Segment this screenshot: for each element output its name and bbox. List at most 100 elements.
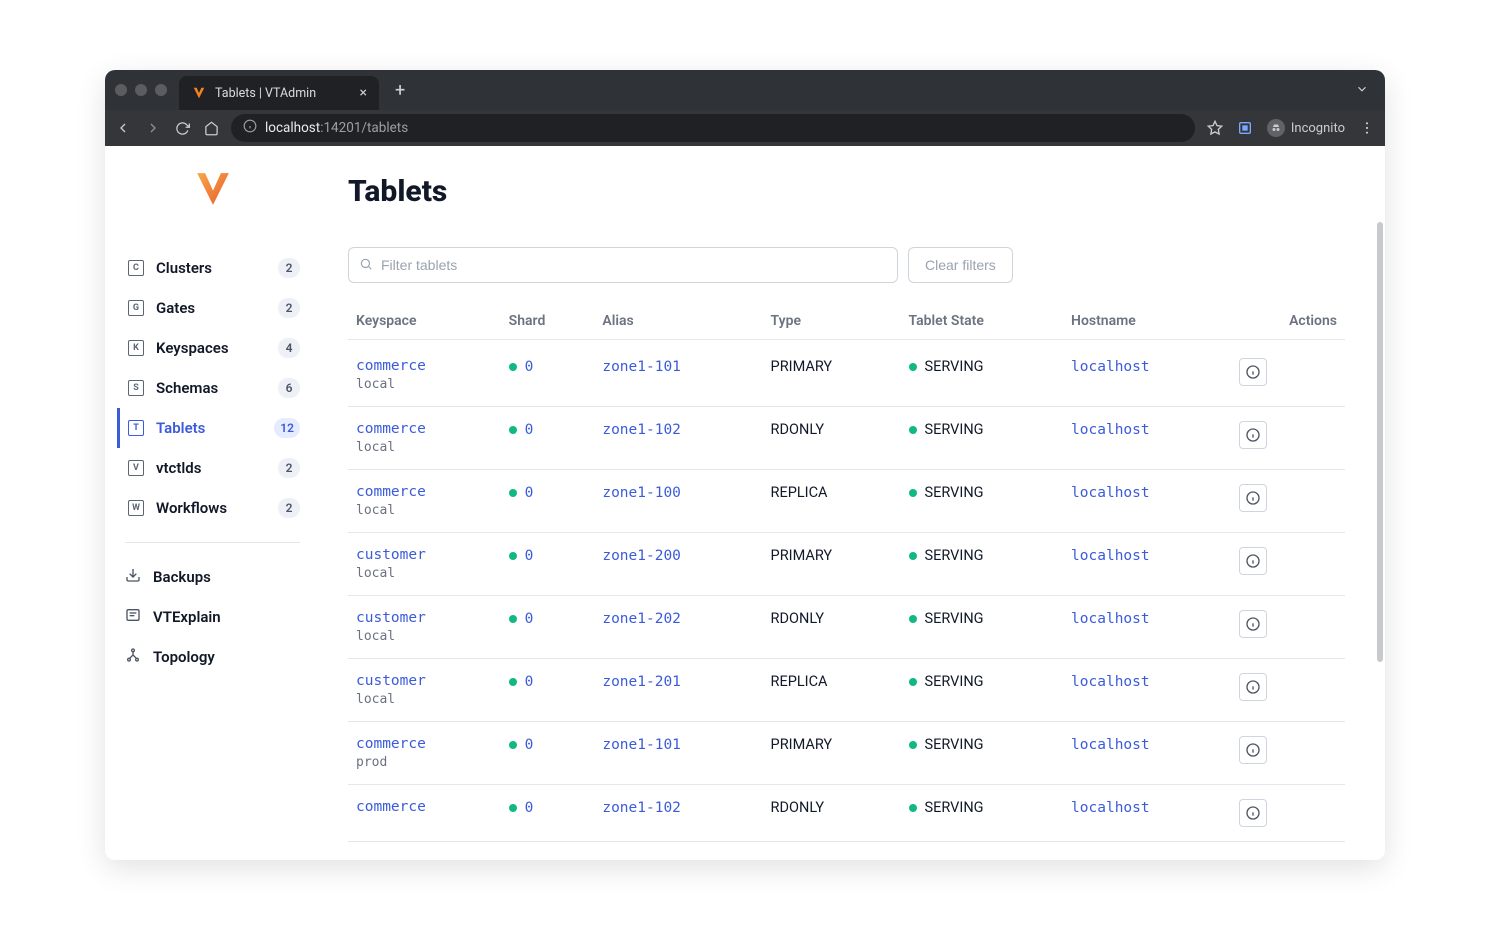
type-value: RDONLY — [771, 421, 825, 438]
keyspace-link[interactable]: commerce — [356, 736, 493, 752]
alias-link[interactable]: zone1-202 — [602, 611, 681, 627]
status-dot-icon — [509, 363, 517, 371]
cluster-name: local — [356, 692, 493, 707]
alias-link[interactable]: zone1-101 — [602, 359, 681, 375]
sidebar-tool-backups[interactable]: Backups — [117, 557, 308, 597]
browser-menu-icon[interactable] — [1359, 120, 1375, 136]
hostname-link[interactable]: localhost — [1071, 611, 1150, 627]
sidebar-item-schemas[interactable]: SSchemas6 — [117, 368, 308, 408]
hostname-link[interactable]: localhost — [1071, 422, 1150, 438]
omnibox[interactable]: localhost:14201/tablets — [231, 114, 1195, 142]
hostname-link[interactable]: localhost — [1071, 800, 1150, 816]
traffic-min[interactable] — [135, 84, 147, 96]
nav-label: Keyspaces — [156, 339, 266, 357]
type-value: REPLICA — [771, 484, 828, 501]
forward-button[interactable] — [145, 120, 161, 136]
col-shard[interactable]: Shard — [501, 303, 595, 340]
shard-link[interactable]: 0 — [525, 485, 534, 501]
hostname-link[interactable]: localhost — [1071, 359, 1150, 375]
shard-link[interactable]: 0 — [525, 548, 534, 564]
sidebar-item-vtctlds[interactable]: Vvtctlds2 — [117, 448, 308, 488]
filter-box[interactable] — [348, 247, 898, 283]
filter-input[interactable] — [381, 257, 887, 273]
hostname-link[interactable]: localhost — [1071, 548, 1150, 564]
row-info-button[interactable] — [1239, 547, 1267, 575]
browser-tab[interactable]: Tablets | VTAdmin × — [179, 76, 379, 110]
col-type[interactable]: Type — [763, 303, 901, 340]
sidebar-tool-topology[interactable]: Topology — [117, 637, 308, 677]
main: Tablets Clear filters Keyspace Shard Ali… — [320, 146, 1385, 860]
hostname-link[interactable]: localhost — [1071, 737, 1150, 753]
reload-button[interactable] — [175, 121, 190, 136]
tool-icon — [125, 567, 141, 587]
sidebar-item-gates[interactable]: GGates2 — [117, 288, 308, 328]
shard-link[interactable]: 0 — [525, 737, 534, 753]
status-dot-icon — [509, 804, 517, 812]
col-keyspace[interactable]: Keyspace — [348, 303, 501, 340]
row-info-button[interactable] — [1239, 484, 1267, 512]
state-value: SERVING — [925, 610, 984, 627]
type-value: REPLICA — [771, 673, 828, 690]
site-info-icon[interactable] — [243, 119, 257, 137]
keyspace-link[interactable]: commerce — [356, 358, 493, 374]
cluster-name: local — [356, 377, 493, 392]
table-row: commercelocal0zone1-101PRIMARYSERVINGloc… — [348, 340, 1345, 407]
tabstrip-menu-icon[interactable] — [1355, 82, 1375, 99]
alias-link[interactable]: zone1-102 — [602, 800, 681, 816]
sidebar-item-clusters[interactable]: CClusters2 — [117, 248, 308, 288]
keyspace-link[interactable]: commerce — [356, 421, 493, 437]
nav-letter-icon: G — [128, 300, 144, 316]
hostname-link[interactable]: localhost — [1071, 485, 1150, 501]
extensions-icon[interactable] — [1237, 120, 1253, 136]
new-tab-button[interactable]: + — [387, 80, 413, 101]
alias-link[interactable]: zone1-102 — [602, 422, 681, 438]
keyspace-link[interactable]: commerce — [356, 799, 493, 815]
shard-link[interactable]: 0 — [525, 800, 534, 816]
alias-link[interactable]: zone1-101 — [602, 737, 681, 753]
app-logo[interactable] — [105, 170, 320, 248]
bookmark-icon[interactable] — [1207, 120, 1223, 136]
keyspace-link[interactable]: customer — [356, 610, 493, 626]
back-button[interactable] — [115, 120, 131, 136]
alias-link[interactable]: zone1-200 — [602, 548, 681, 564]
alias-link[interactable]: zone1-100 — [602, 485, 681, 501]
clear-filters-button[interactable]: Clear filters — [908, 247, 1013, 283]
sidebar-item-keyspaces[interactable]: KKeyspaces4 — [117, 328, 308, 368]
sidebar-item-tablets[interactable]: TTablets12 — [117, 408, 308, 448]
url-path: /tablets — [361, 120, 408, 136]
keyspace-link[interactable]: commerce — [356, 484, 493, 500]
alias-link[interactable]: zone1-201 — [602, 674, 681, 690]
home-button[interactable] — [204, 121, 219, 136]
state-value: SERVING — [925, 673, 984, 690]
keyspace-link[interactable]: customer — [356, 547, 493, 563]
status-dot-icon — [509, 489, 517, 497]
window-controls[interactable] — [115, 84, 167, 96]
row-info-button[interactable] — [1239, 673, 1267, 701]
incognito-indicator[interactable]: Incognito — [1267, 119, 1345, 137]
row-info-button[interactable] — [1239, 610, 1267, 638]
keyspace-link[interactable]: customer — [356, 673, 493, 689]
row-info-button[interactable] — [1239, 799, 1267, 827]
row-info-button[interactable] — [1239, 358, 1267, 386]
nav-count: 12 — [274, 418, 300, 438]
tab-close-icon[interactable]: × — [360, 86, 367, 100]
type-value: PRIMARY — [771, 358, 833, 375]
col-state[interactable]: Tablet State — [901, 303, 1064, 340]
hostname-link[interactable]: localhost — [1071, 674, 1150, 690]
col-alias[interactable]: Alias — [594, 303, 762, 340]
row-info-button[interactable] — [1239, 421, 1267, 449]
sidebar-item-workflows[interactable]: WWorkflows2 — [117, 488, 308, 528]
url-port: :14201 — [320, 120, 361, 136]
shard-link[interactable]: 0 — [525, 674, 534, 690]
cluster-name: local — [356, 503, 493, 518]
traffic-close[interactable] — [115, 84, 127, 96]
sidebar-tool-vtexplain[interactable]: VTExplain — [117, 597, 308, 637]
shard-link[interactable]: 0 — [525, 422, 534, 438]
scrollbar[interactable] — [1377, 222, 1383, 662]
traffic-max[interactable] — [155, 84, 167, 96]
col-hostname[interactable]: Hostname — [1063, 303, 1231, 340]
status-dot-icon — [509, 741, 517, 749]
shard-link[interactable]: 0 — [525, 359, 534, 375]
shard-link[interactable]: 0 — [525, 611, 534, 627]
row-info-button[interactable] — [1239, 736, 1267, 764]
